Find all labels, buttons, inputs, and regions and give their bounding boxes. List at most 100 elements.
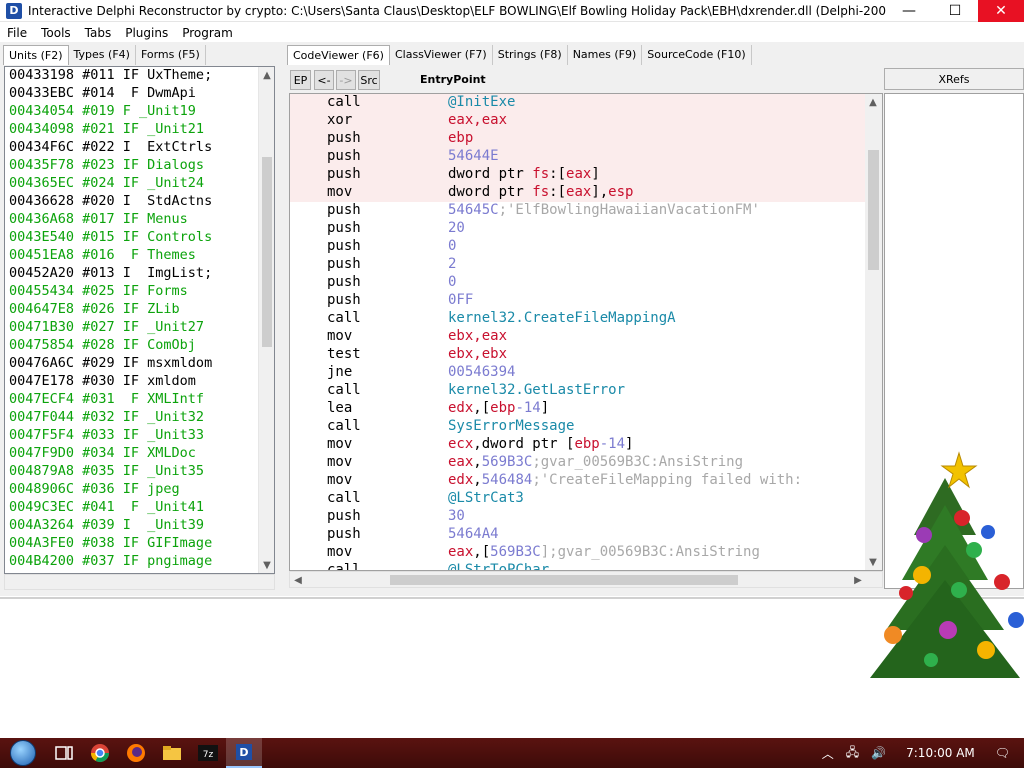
code-line[interactable]: push 54644E [290,148,882,166]
unit-list-item[interactable]: 0047F9D0 #034 IF XMLDoc [5,445,274,463]
menu-file[interactable]: File [0,26,34,40]
units-horizontal-scrollbar[interactable] [4,574,275,590]
code-line[interactable]: call @LStrCat3 [290,490,882,508]
unit-list-item[interactable]: 00476A6C #029 IF msxmldom [5,355,274,373]
clock[interactable]: 7:10:00 AM [906,746,975,760]
unit-list-item[interactable]: 0048906C #036 IF jpeg [5,481,274,499]
taskview-icon[interactable] [46,738,82,768]
scroll-right-icon[interactable]: ▶ [850,572,866,588]
menu-tools[interactable]: Tools [34,26,78,40]
code-line[interactable]: push 5464A4 [290,526,882,544]
notification-icon[interactable]: 🗨 [995,746,1010,760]
unit-list-item[interactable]: 004647E8 #026 IF ZLib [5,301,274,319]
src-button[interactable]: Src [358,70,380,90]
network-icon[interactable]: 🖧 [846,743,859,764]
unit-list-item[interactable]: 004879A8 #035 IF _Unit35 [5,463,274,481]
unit-list-item[interactable]: 004A3FE0 #038 IF GIFImage [5,535,274,553]
code-line[interactable]: call SysErrorMessage [290,418,882,436]
unit-list-item[interactable]: 00433EBC #014 F DwmApi [5,85,274,103]
idr-icon[interactable]: D [226,738,262,768]
unit-list-item[interactable]: 00436A68 #017 IF Menus [5,211,274,229]
minimize-button[interactable]: — [886,0,932,22]
code-line[interactable]: call @LStrToPChar [290,562,882,570]
tab-types[interactable]: Types (F4) [69,45,136,65]
maximize-button[interactable]: ☐ [932,0,978,22]
unit-list-item[interactable]: 00455434 #025 IF Forms [5,283,274,301]
unit-list-item[interactable]: 00433198 #011 IF UxTheme; [5,67,274,85]
unit-list-item[interactable]: 004A3264 #039 I _Unit39 [5,517,274,535]
tab-units[interactable]: Units (F2) [3,45,69,65]
code-scroll-thumb[interactable] [868,150,879,270]
code-line[interactable]: push 0 [290,238,882,256]
tab-sourcecode[interactable]: SourceCode (F10) [642,45,752,65]
chevron-up-icon[interactable]: ︿ [822,745,834,762]
unit-list-item[interactable]: 0043E540 #015 IF Controls [5,229,274,247]
tab-forms[interactable]: Forms (F5) [136,45,206,65]
7zip-icon[interactable]: 7z [190,738,226,768]
ep-button[interactable]: EP [290,70,311,90]
unit-list-item[interactable]: 0047E178 #030 IF xmldom [5,373,274,391]
code-line[interactable]: push 30 [290,508,882,526]
scroll-down-icon[interactable]: ▼ [259,557,274,573]
firefox-icon[interactable] [118,738,154,768]
xrefs-header[interactable]: XRefs [884,68,1024,90]
code-line[interactable]: test ebx,ebx [290,346,882,364]
chrome-icon[interactable] [82,738,118,768]
code-line[interactable]: push 0 [290,274,882,292]
code-line[interactable]: push 2 [290,256,882,274]
code-line[interactable]: push 0FF [290,292,882,310]
unit-list-item[interactable]: 00475854 #028 IF ComObj [5,337,274,355]
code-line[interactable]: mov ebx,eax [290,328,882,346]
code-line[interactable]: mov eax,569B3C;gvar_00569B3C:AnsiString [290,454,882,472]
unit-list-item[interactable]: 00452A20 #013 I ImgList; [5,265,274,283]
code-line[interactable]: push dword ptr fs:[eax] [290,166,882,184]
unit-list-item[interactable]: 004B4200 #037 IF pngimage [5,553,274,571]
menu-tabs[interactable]: Tabs [78,26,119,40]
scroll-up-icon[interactable]: ▲ [865,94,881,110]
code-hscroll-thumb[interactable] [390,575,738,585]
scroll-left-icon[interactable]: ◀ [290,572,306,588]
code-line[interactable]: mov ecx,dword ptr [ebp-14] [290,436,882,454]
unit-list-item[interactable]: 00435F78 #023 IF Dialogs [5,157,274,175]
volume-icon[interactable]: 🔊 [871,746,886,760]
code-line[interactable]: push ebp [290,130,882,148]
unit-list-item[interactable]: 00434098 #021 IF _Unit21 [5,121,274,139]
code-line[interactable]: call @InitExe [290,94,882,112]
unit-list-item[interactable]: 004365EC #024 IF _Unit24 [5,175,274,193]
unit-list-item[interactable]: 00451EA8 #016 F Themes [5,247,274,265]
back-button[interactable]: <- [314,70,334,90]
menu-plugins[interactable]: Plugins [118,26,175,40]
code-line[interactable]: push 54645C;'ElfBowlingHawaiianVacationFM… [290,202,882,220]
unit-list-item[interactable]: 00436628 #020 I StdActns [5,193,274,211]
unit-list-item[interactable]: 00471B30 #027 IF _Unit27 [5,319,274,337]
code-line[interactable]: mov edx,546484;'CreateFileMapping failed … [290,472,882,490]
code-line[interactable]: mov dword ptr fs:[eax],esp [290,184,882,202]
start-button[interactable] [0,738,46,768]
menu-program[interactable]: Program [175,26,240,40]
unit-list-item[interactable]: 0047F044 #032 IF _Unit32 [5,409,274,427]
code-line[interactable]: call kernel32.CreateFileMappingA [290,310,882,328]
code-line[interactable]: xor eax,eax [290,112,882,130]
code-viewer[interactable]: call @InitExe xor eax,eax push ebp push 54644E p… [289,93,883,571]
forward-button[interactable]: -> [336,70,356,90]
tab-strings[interactable]: Strings (F8) [493,45,568,65]
code-line[interactable]: call kernel32.GetLastError [290,382,882,400]
tab-codeviewer[interactable]: CodeViewer (F6) [287,45,390,65]
unit-list-item[interactable]: 00434F6C #022 I ExtCtrls [5,139,274,157]
tab-names[interactable]: Names (F9) [568,45,643,65]
scroll-up-icon[interactable]: ▲ [259,67,274,83]
code-line[interactable]: mov eax,[569B3C];gvar_00569B3C:AnsiString [290,544,882,562]
code-line[interactable]: push 20 [290,220,882,238]
close-button[interactable]: ✕ [978,0,1024,22]
unit-list-item[interactable]: 0047F5F4 #033 IF _Unit33 [5,427,274,445]
units-vertical-scrollbar[interactable]: ▲ ▼ [258,67,274,573]
code-line[interactable]: jne 00546394 [290,364,882,382]
explorer-icon[interactable] [154,738,190,768]
unit-list-item[interactable]: 00434054 #019 F _Unit19 [5,103,274,121]
unit-list-item[interactable]: 0049C3EC #041 F _Unit41 [5,499,274,517]
unit-list-item[interactable]: 0047ECF4 #031 F XMLIntf [5,391,274,409]
code-horizontal-scrollbar[interactable]: ◀ ▶ [289,571,883,588]
code-line[interactable]: lea edx,[ebp-14] [290,400,882,418]
units-scroll-thumb[interactable] [262,157,272,347]
tab-classviewer[interactable]: ClassViewer (F7) [390,45,493,65]
